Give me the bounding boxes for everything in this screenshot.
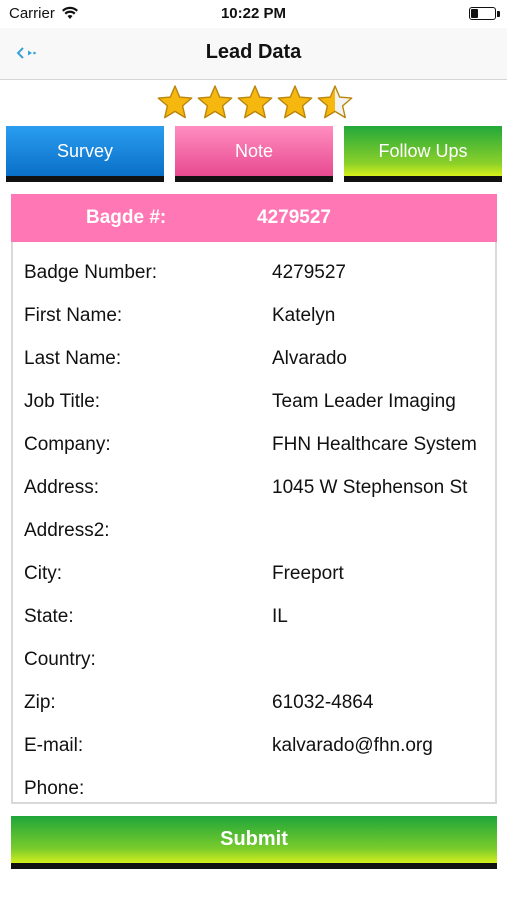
field-label: First Name:: [24, 305, 123, 326]
star-half-icon[interactable]: [315, 84, 355, 120]
field-label: Zip:: [24, 692, 56, 713]
field-label: State:: [24, 606, 74, 627]
badge-label: Bagde #:: [86, 207, 167, 228]
field-label: Address:: [24, 477, 99, 498]
field-row: State: IL: [13, 606, 495, 636]
star-filled-icon[interactable]: [195, 84, 235, 120]
clock: 10:22 PM: [220, 5, 287, 22]
field-row: Address2:: [13, 520, 495, 550]
field-value: Katelyn: [272, 305, 336, 326]
star-filled-icon[interactable]: [235, 84, 275, 120]
tab-note[interactable]: Note: [175, 126, 333, 182]
star-rating[interactable]: [155, 84, 355, 120]
field-label: City:: [24, 563, 62, 584]
battery-icon: [469, 7, 496, 20]
status-bar: Carrier 10:22 PM: [0, 0, 507, 28]
field-value: IL: [272, 606, 288, 627]
field-value: 4279527: [272, 262, 346, 283]
field-row: Job Title: Team Leader Imaging: [13, 391, 495, 421]
field-label: Badge Number:: [24, 262, 158, 283]
field-value: Team Leader Imaging: [272, 391, 456, 412]
field-value: 61032-4864: [272, 692, 374, 713]
field-label: Address2:: [24, 520, 110, 541]
star-filled-icon[interactable]: [275, 84, 315, 120]
badge-header: Bagde #: 4279527: [11, 194, 497, 242]
field-label: Last Name:: [24, 348, 122, 369]
page-title: Lead Data: [205, 41, 302, 63]
field-row: First Name: Katelyn: [13, 305, 495, 335]
field-row: Zip: 61032-4864: [13, 692, 495, 722]
badge-value: 4279527: [257, 207, 331, 228]
nav-bar: Lead Data: [0, 28, 507, 80]
field-row: Company: FHN Healthcare System: [13, 434, 495, 464]
tab-survey[interactable]: Survey: [6, 126, 164, 182]
field-value: Freeport: [272, 563, 344, 584]
star-filled-icon[interactable]: [155, 84, 195, 120]
tab-bar: Survey Note Follow Ups: [0, 126, 507, 182]
field-row: Last Name: Alvarado: [13, 348, 495, 378]
battery-nub: [497, 11, 500, 17]
field-label: Job Title:: [24, 391, 101, 412]
field-row: Badge Number: 4279527: [13, 262, 495, 292]
field-value: kalvarado@fhn.org: [272, 735, 433, 756]
field-row: Address: 1045 W Stephenson St: [13, 477, 495, 507]
submit-button[interactable]: Submit: [11, 816, 497, 869]
field-value: Alvarado: [272, 348, 347, 369]
field-row: Country:: [13, 649, 495, 679]
field-value: FHN Healthcare System: [272, 434, 477, 455]
lead-details: Badge Number: 4279527 First Name: Katelyn …: [11, 242, 497, 804]
field-row: E-mail: kalvarado@fhn.org: [13, 735, 495, 765]
field-label: Country:: [24, 649, 96, 670]
field-value: 1045 W Stephenson St: [272, 477, 468, 498]
tab-follow-ups[interactable]: Follow Ups: [344, 126, 502, 182]
field-row: City: Freeport: [13, 563, 495, 593]
field-label: E-mail:: [24, 735, 84, 756]
field-row: Phone:: [13, 778, 495, 802]
field-label: Phone:: [24, 778, 85, 799]
field-label: Company:: [24, 434, 111, 455]
